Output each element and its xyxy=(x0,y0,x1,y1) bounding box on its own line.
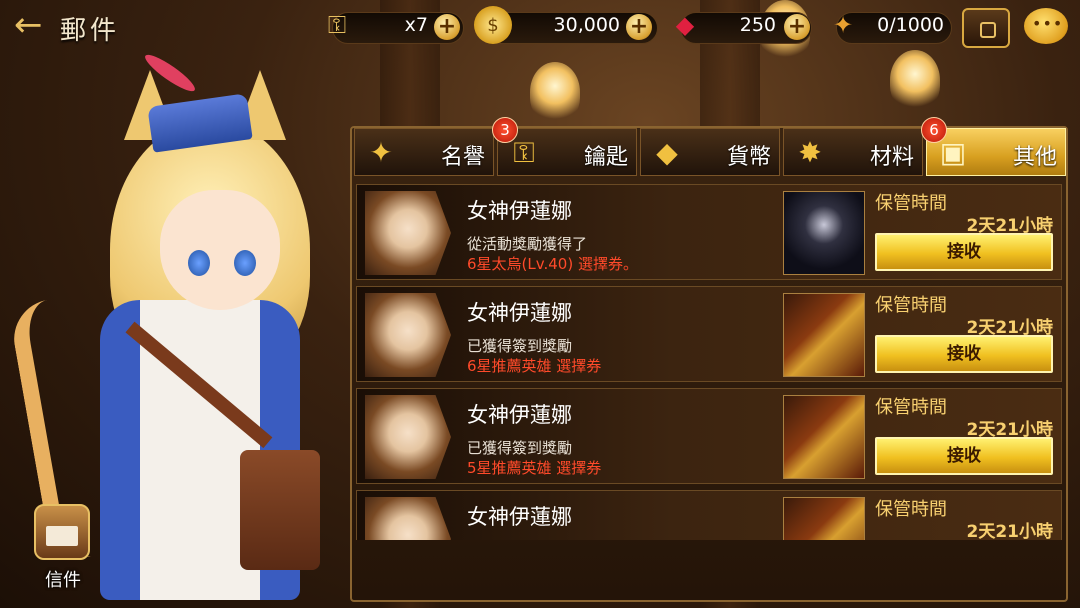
sender-name: 女神伊蓮娜 xyxy=(467,505,572,529)
key-icon: ⚿ xyxy=(513,136,535,169)
tab-label: 鑰匙 xyxy=(583,145,628,170)
inventory-chest-button[interactable] xyxy=(962,8,1010,48)
gold-count: 30,000 xyxy=(553,14,620,36)
tab-label: 其他 xyxy=(1012,145,1057,170)
sender-portrait xyxy=(365,293,451,377)
sender-name: 女神伊蓮娜 xyxy=(467,199,572,223)
mail-row: 女神伊蓮娜 從活動獎勵獲得了 6星太烏(Lv.40) 選擇券。 保管時間 2天2… xyxy=(356,184,1062,280)
storage-time: 2天21小時 xyxy=(966,522,1054,540)
page-title: 郵件 xyxy=(60,16,121,46)
storage-label: 保管時間 xyxy=(875,295,947,316)
mail-row: 女神伊蓮娜 已獲得簽到獎勵 6星推薦英雄 選擇券 保管時間 2天21小時 接收 xyxy=(356,286,1062,382)
key-icon: ⚿ xyxy=(327,11,347,39)
sender-name: 女神伊蓮娜 xyxy=(467,403,572,427)
sender-portrait xyxy=(365,395,451,479)
mail-bag xyxy=(240,450,320,570)
mailbox-button[interactable]: 信件 xyxy=(28,504,98,600)
tab-label: 材料 xyxy=(869,145,914,170)
mail-list[interactable]: 女神伊蓮娜 從活動獎勵獲得了 6星太烏(Lv.40) 選擇券。 保管時間 2天2… xyxy=(352,180,1066,540)
claim-button[interactable]: 接收 xyxy=(875,335,1053,373)
mail-description: 已獲得簽到獎勵 xyxy=(467,337,573,355)
tab-keys[interactable]: 3 ⚿ 鑰匙 xyxy=(492,117,637,176)
storage-info: 保管時間 2天21小時 xyxy=(867,495,1057,540)
honor-icon: ✦ xyxy=(369,136,393,169)
storage-info: 保管時間 2天21小時 接收 xyxy=(867,189,1057,275)
storage-label: 保管時間 xyxy=(875,193,947,214)
mail-row: 女神伊蓮娜 已獲得簽到獎勵 5星推薦英雄 選擇券 保管時間 2天21小時 接收 xyxy=(356,388,1062,484)
currency-icon: ◆ xyxy=(656,136,678,169)
character-eye xyxy=(188,250,210,276)
sender-portrait xyxy=(365,191,451,275)
mail-reward-text: 6星太烏(Lv.40) 選擇券。 xyxy=(467,255,638,273)
tab-other[interactable]: 6 ▣ 其他 xyxy=(921,117,1066,176)
tab-materials[interactable]: ✸ 材料 xyxy=(783,128,923,176)
tab-label: 貨幣 xyxy=(726,145,771,170)
storage-label: 保管時間 xyxy=(875,397,947,418)
claim-button[interactable]: 接收 xyxy=(875,437,1053,475)
medal-icon: ✦ xyxy=(832,11,854,39)
add-key-button[interactable]: + xyxy=(434,14,460,40)
storage-info: 保管時間 2天21小時 接收 xyxy=(867,291,1057,377)
ruby-count: 250 xyxy=(739,14,776,36)
tab-honor[interactable]: ✦ 名譽 xyxy=(354,128,494,176)
add-gold-button[interactable]: + xyxy=(626,14,652,40)
background-lamp xyxy=(530,62,580,122)
reward-ticket-thumbnail xyxy=(783,497,865,540)
reward-ticket-thumbnail xyxy=(783,293,865,377)
claim-button[interactable]: 接收 xyxy=(875,233,1053,271)
mail-description: 已獲得簽到獎勵 xyxy=(467,439,573,457)
mail-row: 女神伊蓮娜 保管時間 2天21小時 xyxy=(356,490,1062,540)
reward-hero-thumbnail xyxy=(783,191,865,275)
add-ruby-button[interactable]: + xyxy=(784,14,810,40)
back-button[interactable]: ← xyxy=(8,6,52,44)
material-icon: ✸ xyxy=(798,136,822,169)
storage-info: 保管時間 2天21小時 接收 xyxy=(867,393,1057,479)
tab-currency[interactable]: ◆ 貨幣 xyxy=(640,128,780,176)
sender-name: 女神伊蓮娜 xyxy=(467,301,572,325)
medal-count: 0/1000 xyxy=(877,14,944,36)
reward-ticket-thumbnail xyxy=(783,395,865,479)
sender-portrait xyxy=(365,497,451,540)
chat-icon[interactable] xyxy=(1024,8,1068,44)
ruby-icon: ◆ xyxy=(675,11,695,39)
tab-label: 名譽 xyxy=(440,145,485,170)
character-eye xyxy=(234,250,256,276)
back-arrow-icon: ← xyxy=(14,5,43,45)
key-count: x7 xyxy=(404,14,428,36)
mailbox-label: 信件 xyxy=(45,570,81,591)
storage-label: 保管時間 xyxy=(875,499,947,520)
mail-category-tabs: ✦ 名譽 3 ⚿ 鑰匙 ◆ 貨幣 ✸ 材料 6 ▣ 其他 xyxy=(354,117,1066,176)
background-lamp xyxy=(890,50,940,110)
character-face xyxy=(160,190,280,310)
mail-reward-text: 5星推薦英雄 選擇券 xyxy=(467,459,602,477)
mail-reward-text: 6星推薦英雄 選擇券 xyxy=(467,357,602,375)
mailbox-icon xyxy=(34,504,90,560)
gold-coin-icon: $ xyxy=(474,6,512,44)
other-chest-icon: ▣ xyxy=(939,136,967,169)
mail-description: 從活動獎勵獲得了 xyxy=(467,235,588,253)
